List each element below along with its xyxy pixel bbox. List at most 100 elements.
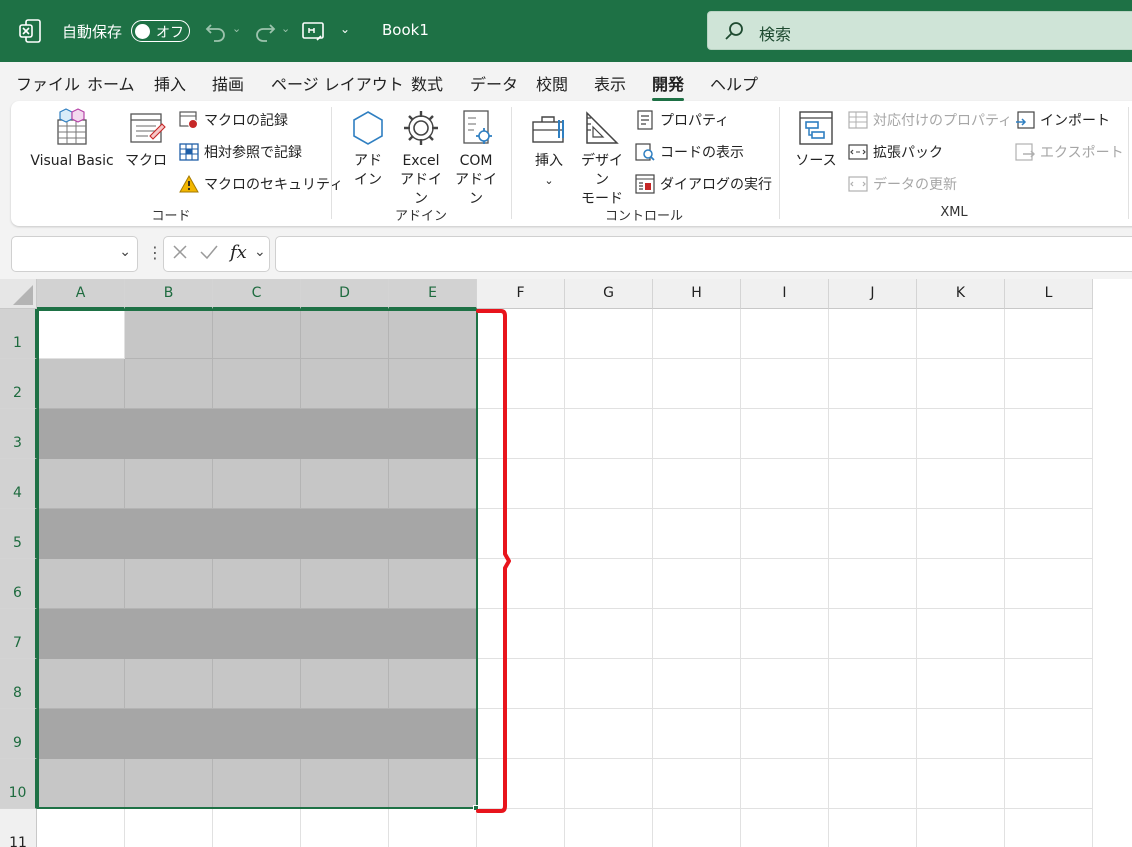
cell-h4[interactable]: [653, 459, 741, 509]
record-macro-button[interactable]: マクロの記録: [179, 110, 288, 130]
cell-e8[interactable]: [389, 659, 477, 709]
cell-b11[interactable]: [125, 809, 213, 847]
cell-a6[interactable]: [37, 559, 125, 609]
cell-g3[interactable]: [565, 409, 653, 459]
cell-d6[interactable]: [301, 559, 389, 609]
touch-mode-icon[interactable]: [301, 19, 325, 43]
redo-dropdown-icon[interactable]: ⌄: [281, 22, 290, 35]
cell-j11[interactable]: [829, 809, 917, 847]
row-header-6[interactable]: 6: [0, 559, 37, 609]
cell-e3[interactable]: [389, 409, 477, 459]
cell-k9[interactable]: [917, 709, 1005, 759]
row-header-4[interactable]: 4: [0, 459, 37, 509]
row-header-3[interactable]: 3: [0, 409, 37, 459]
xml-source-button[interactable]: ソース: [793, 108, 839, 171]
cell-l3[interactable]: [1005, 409, 1093, 459]
cell-k11[interactable]: [917, 809, 1005, 847]
column-header-a[interactable]: A: [37, 279, 125, 309]
cell-d11[interactable]: [301, 809, 389, 847]
cell-a5[interactable]: [37, 509, 125, 559]
tab-page-layout[interactable]: ページ レイアウト: [271, 71, 404, 95]
autosave-toggle[interactable]: オフ: [131, 20, 190, 42]
row-header-2[interactable]: 2: [0, 359, 37, 409]
cell-b6[interactable]: [125, 559, 213, 609]
cell-l5[interactable]: [1005, 509, 1093, 559]
cell-d9[interactable]: [301, 709, 389, 759]
cell-j5[interactable]: [829, 509, 917, 559]
relative-reference-button[interactable]: 相対参照で記録: [179, 142, 302, 162]
insert-function-icon[interactable]: fx: [230, 242, 247, 263]
column-header-j[interactable]: J: [829, 279, 917, 309]
name-box[interactable]: ⌄: [11, 236, 138, 272]
cell-j9[interactable]: [829, 709, 917, 759]
cell-h7[interactable]: [653, 609, 741, 659]
cell-a2[interactable]: [37, 359, 125, 409]
cell-h2[interactable]: [653, 359, 741, 409]
cell-l8[interactable]: [1005, 659, 1093, 709]
cell-h11[interactable]: [653, 809, 741, 847]
cell-a9[interactable]: [37, 709, 125, 759]
view-code-button[interactable]: コードの表示: [635, 142, 744, 162]
cell-g2[interactable]: [565, 359, 653, 409]
cell-i4[interactable]: [741, 459, 829, 509]
cell-h5[interactable]: [653, 509, 741, 559]
tab-help[interactable]: ヘルプ: [710, 71, 758, 95]
row-header-7[interactable]: 7: [0, 609, 37, 659]
cell-k8[interactable]: [917, 659, 1005, 709]
cell-b2[interactable]: [125, 359, 213, 409]
row-header-5[interactable]: 5: [0, 509, 37, 559]
excel-addins-button[interactable]: Excel アドイン: [396, 108, 446, 209]
cell-a4[interactable]: [37, 459, 125, 509]
cell-c6[interactable]: [213, 559, 301, 609]
search-box[interactable]: 検索: [707, 11, 1132, 50]
cell-b4[interactable]: [125, 459, 213, 509]
cell-d3[interactable]: [301, 409, 389, 459]
tab-developer[interactable]: 開発: [652, 71, 685, 101]
column-header-h[interactable]: H: [653, 279, 741, 309]
cell-h6[interactable]: [653, 559, 741, 609]
expansion-pack-button[interactable]: 拡張パック: [848, 142, 943, 162]
cell-c10[interactable]: [213, 759, 301, 809]
cell-i6[interactable]: [741, 559, 829, 609]
customize-qat-icon[interactable]: ⌄: [340, 22, 350, 36]
row-header-9[interactable]: 9: [0, 709, 37, 759]
cell-b8[interactable]: [125, 659, 213, 709]
properties-button[interactable]: プロパティ: [635, 110, 729, 130]
cell-a8[interactable]: [37, 659, 125, 709]
cell-g5[interactable]: [565, 509, 653, 559]
cell-c8[interactable]: [213, 659, 301, 709]
cell-k6[interactable]: [917, 559, 1005, 609]
cell-k10[interactable]: [917, 759, 1005, 809]
cell-g6[interactable]: [565, 559, 653, 609]
spreadsheet-grid[interactable]: A B C D E F G H I J K L 1 2 3 4 5 6 7 8 9 10 11: [0, 279, 1132, 847]
run-dialog-button[interactable]: ダイアログの実行: [635, 174, 772, 194]
cell-j4[interactable]: [829, 459, 917, 509]
addins-button[interactable]: アド イン: [345, 108, 391, 190]
cell-d7[interactable]: [301, 609, 389, 659]
cell-b7[interactable]: [125, 609, 213, 659]
cell-g8[interactable]: [565, 659, 653, 709]
cell-e5[interactable]: [389, 509, 477, 559]
formula-bar-resize-icon[interactable]: ⋮: [147, 243, 163, 262]
cell-g10[interactable]: [565, 759, 653, 809]
cell-k1[interactable]: [917, 309, 1005, 359]
cell-a1[interactable]: [37, 309, 125, 359]
cell-l7[interactable]: [1005, 609, 1093, 659]
export-button[interactable]: エクスポート: [1015, 142, 1124, 162]
insert-control-button[interactable]: 挿入 ⌄: [526, 108, 572, 190]
cell-i11[interactable]: [741, 809, 829, 847]
cell-l2[interactable]: [1005, 359, 1093, 409]
cell-g9[interactable]: [565, 709, 653, 759]
cell-e7[interactable]: [389, 609, 477, 659]
cell-i9[interactable]: [741, 709, 829, 759]
cell-d5[interactable]: [301, 509, 389, 559]
column-header-i[interactable]: I: [741, 279, 829, 309]
cell-k3[interactable]: [917, 409, 1005, 459]
cell-i1[interactable]: [741, 309, 829, 359]
cell-c9[interactable]: [213, 709, 301, 759]
cell-k7[interactable]: [917, 609, 1005, 659]
map-properties-button[interactable]: 対応付けのプロパティ: [848, 110, 1012, 130]
cell-e10[interactable]: [389, 759, 477, 809]
cell-j1[interactable]: [829, 309, 917, 359]
cell-e1[interactable]: [389, 309, 477, 359]
